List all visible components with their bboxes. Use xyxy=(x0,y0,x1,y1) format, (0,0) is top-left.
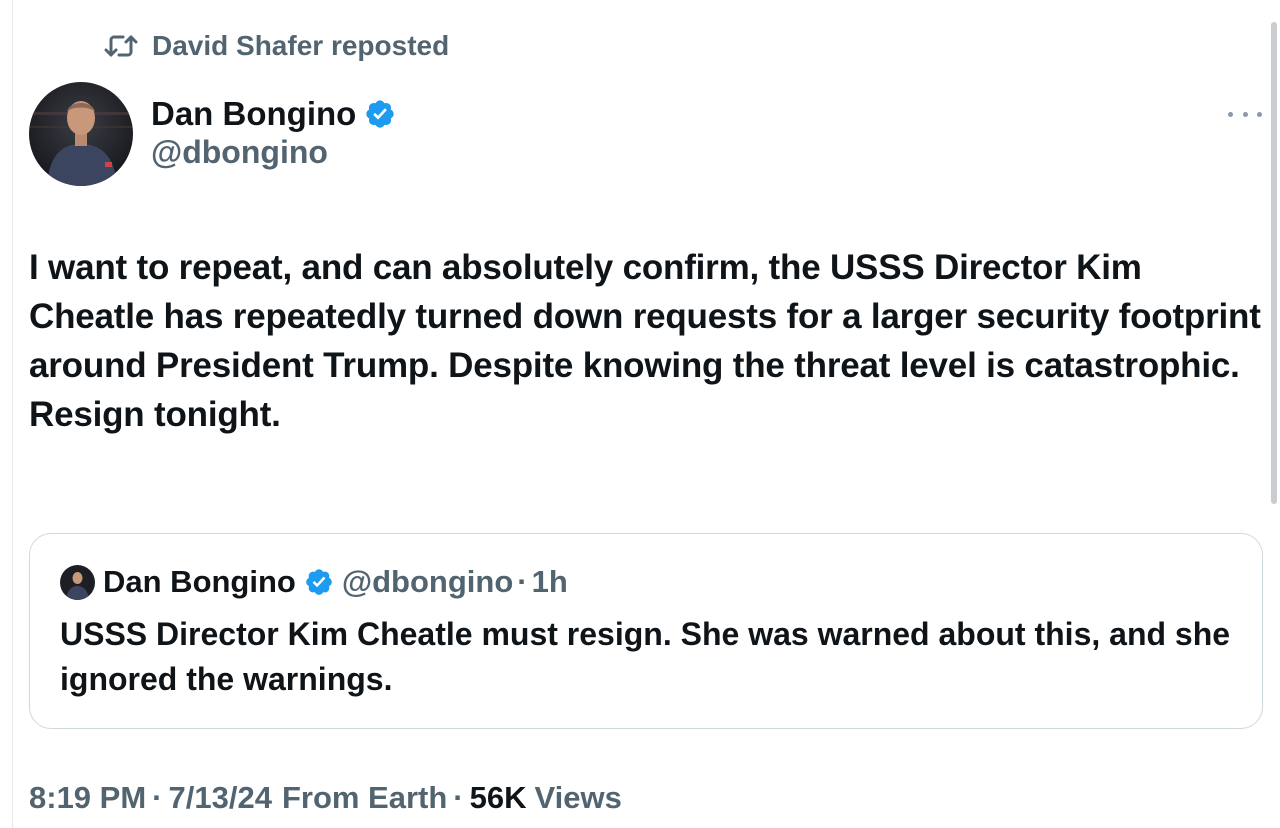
quoted-timestamp: 1h xyxy=(531,564,568,599)
timeline-border xyxy=(12,0,13,828)
verified-badge-icon xyxy=(364,98,396,130)
separator-dot: · xyxy=(453,780,464,815)
repost-context[interactable]: David Shafer reposted xyxy=(104,26,449,66)
separator-dot: · xyxy=(517,564,528,599)
tweet-text: I want to repeat, and can absolutely con… xyxy=(29,248,1261,434)
tweet-date[interactable]: 7/13/24 xyxy=(169,780,272,816)
author-handle[interactable]: @dbongino xyxy=(151,134,328,171)
separator-dot: · xyxy=(152,780,163,815)
tweet-detail-view: David Shafer reposted Dan Bongino @dbong… xyxy=(0,0,1280,828)
author-name[interactable]: Dan Bongino xyxy=(151,95,356,133)
views-label: Views xyxy=(534,780,622,815)
quoted-tweet-header: Dan Bongino @dbongino · 1h xyxy=(60,560,568,604)
quoted-avatar[interactable] xyxy=(60,564,95,600)
tweet-metadata: 8:19 PM · 7/13/24 From Earth · 56K Views xyxy=(29,776,622,820)
avatar[interactable] xyxy=(29,82,133,186)
scrollbar[interactable] xyxy=(1271,22,1277,504)
more-options-icon[interactable] xyxy=(1228,104,1262,124)
quoted-author-handle: @dbongino xyxy=(341,564,514,599)
repost-label: David Shafer reposted xyxy=(152,30,450,61)
verified-badge-icon xyxy=(304,567,334,597)
quoted-author-name: Dan Bongino xyxy=(103,564,296,599)
quoted-tweet-text: USSS Director Kim Cheatle must resign. S… xyxy=(60,616,1231,697)
tweet-time[interactable]: 8:19 PM xyxy=(29,780,146,816)
quoted-tweet-card[interactable]: Dan Bongino @dbongino · 1h USSS Director… xyxy=(29,533,1263,729)
tweet-source: From Earth xyxy=(281,780,448,815)
author-name-row[interactable]: Dan Bongino xyxy=(151,92,396,136)
views-count[interactable]: 56K xyxy=(470,780,527,816)
retweet-icon xyxy=(104,31,138,61)
